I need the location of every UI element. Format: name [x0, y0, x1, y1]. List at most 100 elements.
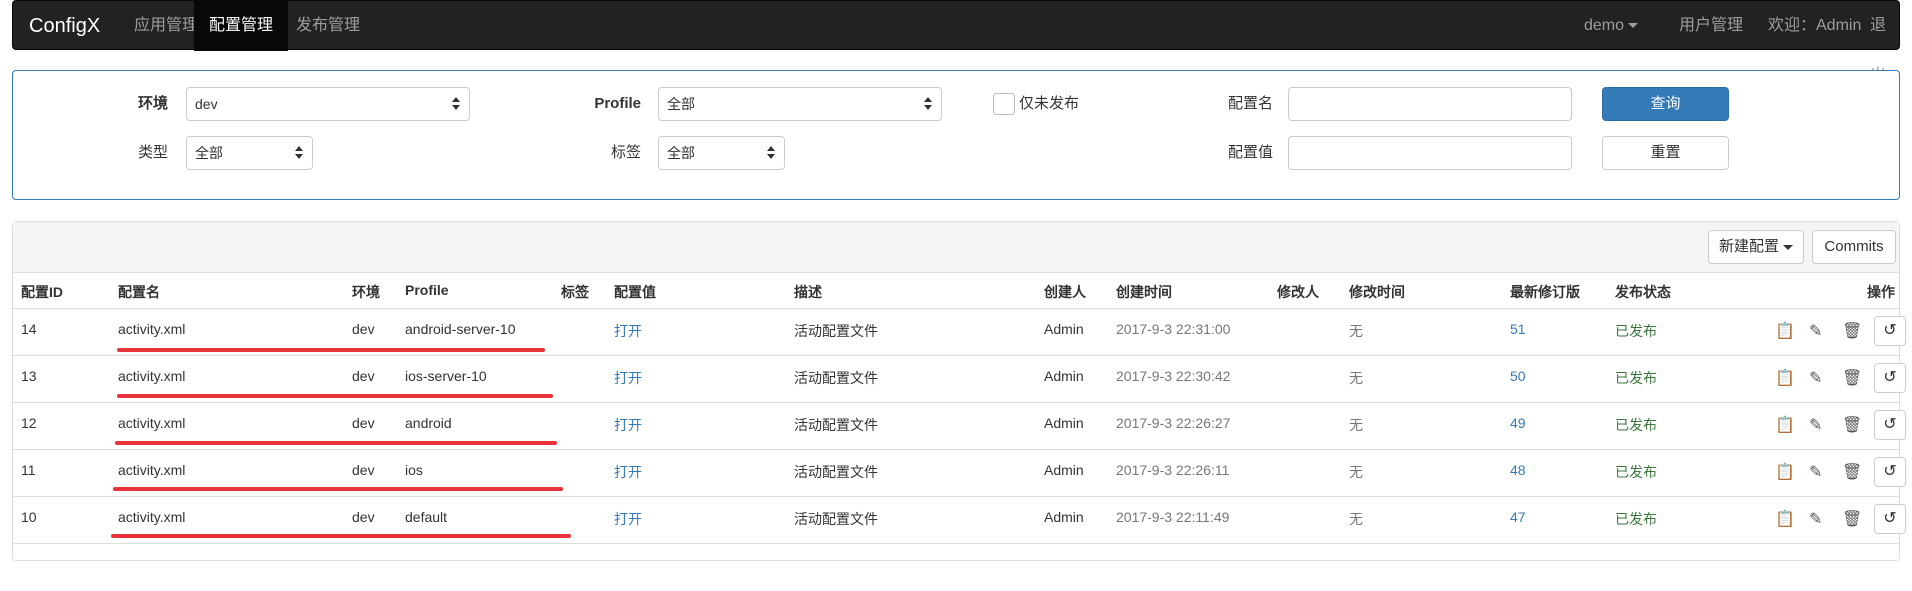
- revision-link[interactable]: 47: [1510, 509, 1526, 525]
- cell-publish-status: 已发布: [1615, 323, 1657, 339]
- table-row: 14 activity.xml dev android-server-10 打开…: [13, 308, 1906, 356]
- trash-icon[interactable]: 🗑: [1842, 368, 1862, 388]
- nav-release-management[interactable]: 发布管理: [281, 1, 375, 51]
- cell-creator: Admin: [1044, 462, 1084, 478]
- pencil-icon[interactable]: ✎: [1809, 368, 1822, 388]
- pencil-icon[interactable]: ✎: [1809, 415, 1822, 435]
- cell-modified-at: 无: [1349, 417, 1363, 433]
- cell-modified-at: 无: [1349, 464, 1363, 480]
- trash-icon[interactable]: 🗑: [1842, 415, 1862, 435]
- revert-icon[interactable]: ↺: [1874, 363, 1906, 393]
- pencil-icon[interactable]: ✎: [1809, 509, 1822, 529]
- clipboard-icon[interactable]: 📋: [1775, 415, 1795, 435]
- new-config-dropdown-button[interactable]: 新建配置: [1708, 230, 1804, 264]
- config-name-input[interactable]: [1288, 87, 1572, 121]
- annotation-underline: [117, 394, 553, 398]
- config-value-label: 配置值: [1227, 144, 1273, 161]
- profile-select-value: 全部: [667, 96, 695, 112]
- new-config-label: 新建配置: [1718, 238, 1779, 255]
- cell-profile: android-server-10: [405, 321, 516, 337]
- cell-publish-status: 已发布: [1615, 417, 1657, 433]
- open-value-link[interactable]: 打开: [614, 462, 642, 482]
- cell-profile: android: [405, 415, 452, 431]
- select-arrows-icon: [924, 96, 932, 112]
- cell-created-at: 2017-9-3 22:31:00: [1116, 321, 1231, 337]
- commits-button[interactable]: Commits: [1812, 230, 1896, 264]
- cell-env: dev: [352, 368, 375, 384]
- top-navbar: ConfigX 应用管理 配置管理 发布管理 demo 用户管理 欢迎：Admi…: [12, 0, 1901, 84]
- type-select[interactable]: 全部: [186, 136, 313, 170]
- select-arrows-icon: [767, 145, 775, 161]
- clipboard-icon[interactable]: 📋: [1775, 509, 1795, 529]
- cell-config-name: activity.xml: [118, 509, 186, 525]
- cell-description: 活动配置文件: [794, 323, 878, 339]
- env-select[interactable]: dev: [186, 87, 470, 121]
- logout-link[interactable]: 退出: [1855, 1, 1901, 84]
- config-name-label: 配置名: [1227, 95, 1273, 112]
- trash-icon[interactable]: 🗑: [1842, 321, 1862, 341]
- clipboard-icon[interactable]: 📋: [1775, 321, 1795, 341]
- revert-icon[interactable]: ↺: [1874, 504, 1906, 534]
- cell-publish-status: 已发布: [1615, 511, 1657, 527]
- cell-created-at: 2017-9-3 22:30:42: [1116, 368, 1231, 384]
- open-value-link[interactable]: 打开: [614, 415, 642, 435]
- open-value-link[interactable]: 打开: [614, 368, 642, 388]
- profile-label: Profile: [594, 95, 641, 112]
- header-creator: 创建人: [1044, 284, 1086, 300]
- trash-icon[interactable]: 🗑: [1842, 509, 1862, 529]
- cell-modified-at: 无: [1349, 370, 1363, 386]
- annotation-underline: [115, 441, 557, 445]
- cell-description: 活动配置文件: [794, 464, 878, 480]
- cell-created-at: 2017-9-3 22:11:49: [1116, 509, 1230, 525]
- select-arrows-icon: [295, 145, 303, 161]
- tag-label: 标签: [610, 144, 641, 161]
- cell-description: 活动配置文件: [794, 417, 878, 433]
- config-value-input[interactable]: [1288, 136, 1572, 170]
- cell-config-id: 10: [21, 509, 37, 525]
- query-button[interactable]: 查询: [1602, 87, 1729, 121]
- cell-config-id: 11: [21, 462, 36, 478]
- header-created-at: 创建时间: [1116, 284, 1172, 300]
- chevron-down-icon: [1628, 23, 1639, 29]
- nav-config-management[interactable]: 配置管理: [194, 1, 289, 51]
- brand-logo[interactable]: ConfigX: [29, 1, 100, 51]
- open-value-link[interactable]: 打开: [614, 321, 642, 341]
- type-label: 类型: [137, 144, 168, 161]
- cell-creator: Admin: [1044, 415, 1084, 431]
- header-modifier: 修改人: [1277, 284, 1319, 300]
- cell-config-name: activity.xml: [118, 321, 186, 337]
- clipboard-icon[interactable]: 📋: [1775, 462, 1795, 482]
- revision-link[interactable]: 49: [1510, 415, 1526, 431]
- cell-config-id: 13: [21, 368, 37, 384]
- pencil-icon[interactable]: ✎: [1809, 462, 1822, 482]
- cell-env: dev: [352, 509, 375, 525]
- reset-button[interactable]: 重置: [1602, 136, 1729, 170]
- cell-env: dev: [352, 321, 375, 337]
- cell-config-id: 14: [21, 321, 37, 337]
- open-value-link[interactable]: 打开: [614, 509, 642, 529]
- nav-user-management[interactable]: 用户管理: [1664, 1, 1758, 51]
- revert-icon[interactable]: ↺: [1874, 410, 1906, 440]
- header-config-id: 配置ID: [21, 284, 63, 300]
- cell-profile: ios: [405, 462, 423, 478]
- trash-icon[interactable]: 🗑: [1842, 462, 1862, 482]
- filter-panel: 环境 dev Profile 全部 仅未发布 配置名 查询 类型 全部 标签 全…: [12, 70, 1900, 200]
- header-env: 环境: [352, 284, 380, 300]
- config-table-panel: 新建配置 Commits 配置ID 配置名 环境 Profile 标签 配置值 …: [12, 221, 1906, 561]
- revision-link[interactable]: 48: [1510, 462, 1526, 478]
- annotation-underline: [111, 534, 571, 538]
- cell-created-at: 2017-9-3 22:26:27: [1116, 415, 1231, 431]
- pencil-icon[interactable]: ✎: [1809, 321, 1822, 341]
- clipboard-icon[interactable]: 📋: [1775, 368, 1795, 388]
- tag-select[interactable]: 全部: [658, 136, 785, 170]
- cell-config-name: activity.xml: [118, 368, 186, 384]
- cell-env: dev: [352, 415, 375, 431]
- revision-link[interactable]: 50: [1510, 368, 1526, 384]
- profile-select[interactable]: 全部: [658, 87, 942, 121]
- revert-icon[interactable]: ↺: [1874, 457, 1906, 487]
- revert-icon[interactable]: ↺: [1874, 316, 1906, 346]
- revision-link[interactable]: 51: [1510, 321, 1526, 337]
- app-switch-dropdown[interactable]: demo: [1569, 1, 1653, 51]
- unpublished-only-checkbox[interactable]: [993, 93, 1015, 115]
- tag-select-value: 全部: [667, 145, 695, 161]
